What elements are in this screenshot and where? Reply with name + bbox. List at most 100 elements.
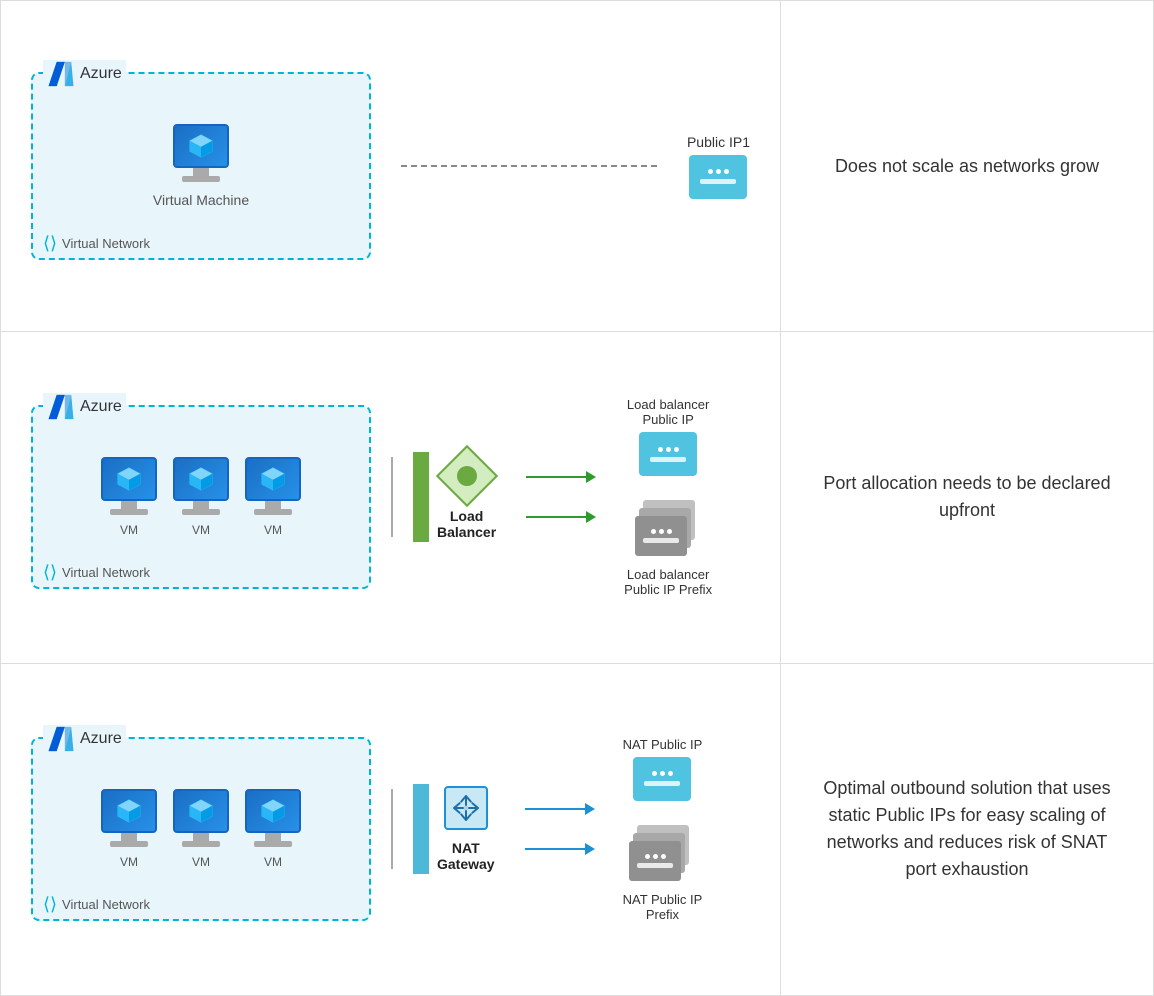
- row-nat-gateway: Azure: [1, 664, 1153, 995]
- cube-svg-1: [186, 131, 216, 161]
- cube-2c: [258, 464, 288, 494]
- desc-cell-1: Does not scale as networks grow: [781, 1, 1153, 331]
- vm-icon-2a: VM: [101, 457, 157, 537]
- stacked-server-3: [629, 825, 695, 883]
- vnet-text-3: Virtual Network: [62, 897, 150, 912]
- cube-2b: [186, 464, 216, 494]
- vm-icon-3a: VM: [101, 789, 157, 869]
- row-load-balancer: Azure: [1, 332, 1153, 663]
- nat-bar: [413, 784, 429, 874]
- server-box-top-3: [633, 757, 691, 801]
- azure-logo-icon: [47, 60, 75, 88]
- h-connector-3: [391, 789, 393, 869]
- vnet-label-3: ⟨⟩ Virtual Network: [43, 894, 150, 915]
- cube-2a: [114, 464, 144, 494]
- azure-box-2: Azure: [31, 405, 371, 589]
- nat-arrows-svg: [450, 792, 482, 824]
- diagram-cell-3: Azure: [1, 664, 781, 995]
- h-connector-2: [391, 457, 393, 537]
- vm-icon-2b: VM: [173, 457, 229, 537]
- monitor-2c: [245, 457, 301, 501]
- azure-text-1: Azure: [80, 65, 122, 83]
- ip-bottom-2: Load balancer Public IP Prefix: [624, 496, 712, 597]
- vnet-label-1: ⟨⟩ Virtual Network: [43, 233, 150, 254]
- server-dots-1: [708, 169, 729, 174]
- arrow-tip-top-3: [585, 803, 595, 815]
- arrow-top-3: [525, 803, 595, 815]
- azure-text-3: Azure: [80, 730, 122, 748]
- monitor-2a: [101, 457, 157, 501]
- arrow-tip-bottom-3: [585, 843, 595, 855]
- server-line-1: [700, 179, 736, 184]
- arrow-line-top-3: [525, 808, 585, 810]
- azure-box-1: Azure: [31, 72, 371, 260]
- lb-icon-group: LoadBalancer: [437, 454, 496, 540]
- dot1: [708, 169, 713, 174]
- vnet-text-2: Virtual Network: [62, 565, 150, 580]
- ip-bottom-3: NAT Public IPPrefix: [623, 821, 703, 922]
- monitor-3c: [245, 789, 301, 833]
- ip-group-2: Load balancer Public IP: [624, 397, 712, 597]
- nat-section: NATGateway: [413, 784, 495, 874]
- desc-cell-2: Port allocation needs to be declared upf…: [781, 332, 1153, 662]
- vnet-icon-3: ⟨⟩: [43, 894, 57, 915]
- ip-top-3: NAT Public IP: [623, 737, 703, 801]
- vm-icon-1: Virtual Machine: [153, 124, 249, 208]
- desc-cell-3: Optimal outbound solution that uses stat…: [781, 664, 1153, 995]
- azure-box-3: Azure: [31, 737, 371, 921]
- azure-label-2: Azure: [43, 393, 126, 421]
- arrow-group-2: [526, 471, 596, 523]
- row-single-vm: Azure: [1, 1, 1153, 332]
- arrow-line-top: [526, 476, 586, 478]
- azure-label-3: Azure: [43, 725, 126, 753]
- monitor-neck-1: [193, 168, 209, 176]
- ip-label-1: Public IP1: [687, 134, 750, 150]
- cube-3a: [114, 796, 144, 826]
- desc-text-2: Port allocation needs to be declared upf…: [821, 470, 1113, 524]
- monitor-foot-1: [182, 176, 220, 182]
- arrow-bottom-2: [526, 511, 596, 523]
- monitor-3b: [173, 789, 229, 833]
- monitor-screen-1: [173, 124, 229, 168]
- nat-diamond-shape: [444, 786, 488, 830]
- arrow-tip-bottom: [586, 511, 596, 523]
- ip-group-3: NAT Public IP: [623, 737, 703, 922]
- vm-icon-3c: VM: [245, 789, 301, 869]
- arrow-bottom-3: [525, 843, 595, 855]
- vm-label-1: Virtual Machine: [153, 192, 249, 208]
- dot2: [716, 169, 721, 174]
- desc-text-1: Does not scale as networks grow: [835, 153, 1099, 180]
- stacked-server-2: [635, 500, 701, 558]
- server-box-top-2: [639, 432, 697, 476]
- dot3: [724, 169, 729, 174]
- azure-logo-icon-3: [47, 725, 75, 753]
- lb-bar: [413, 452, 429, 542]
- vnet-icon-1: ⟨⟩: [43, 233, 57, 254]
- monitor-2b: [173, 457, 229, 501]
- ip-bottom-label-2: Load balancer Public IP Prefix: [624, 567, 712, 597]
- vm-icon-3b: VM: [173, 789, 229, 869]
- vm-icon-2c: VM: [245, 457, 301, 537]
- vnet-label-2: ⟨⟩ Virtual Network: [43, 562, 150, 583]
- ip-section-1: Public IP1: [687, 134, 750, 199]
- arrow-line-bottom-3: [525, 848, 585, 850]
- ip-bottom-label-3: NAT Public IPPrefix: [623, 892, 703, 922]
- cube-3c: [258, 796, 288, 826]
- arrow-line-bottom: [526, 516, 586, 518]
- vnet-text-1: Virtual Network: [62, 236, 150, 251]
- lb-diamond-shape: [435, 445, 497, 507]
- monitor-3a: [101, 789, 157, 833]
- nat-icon-group: NATGateway: [437, 786, 495, 872]
- ip-top-2: Load balancer Public IP: [624, 397, 712, 476]
- arrow-tip-top: [586, 471, 596, 483]
- diagram-cell-2: Azure: [1, 332, 781, 662]
- cube-3b: [186, 796, 216, 826]
- lb-circle: [457, 466, 477, 486]
- azure-text-2: Azure: [80, 398, 122, 416]
- diagram-cell-1: Azure: [1, 1, 781, 331]
- arrow-top-2: [526, 471, 596, 483]
- azure-label-1: Azure: [43, 60, 126, 88]
- dashed-line-1: [401, 165, 657, 167]
- lb-section: LoadBalancer: [413, 452, 496, 542]
- azure-logo-icon-2: [47, 393, 75, 421]
